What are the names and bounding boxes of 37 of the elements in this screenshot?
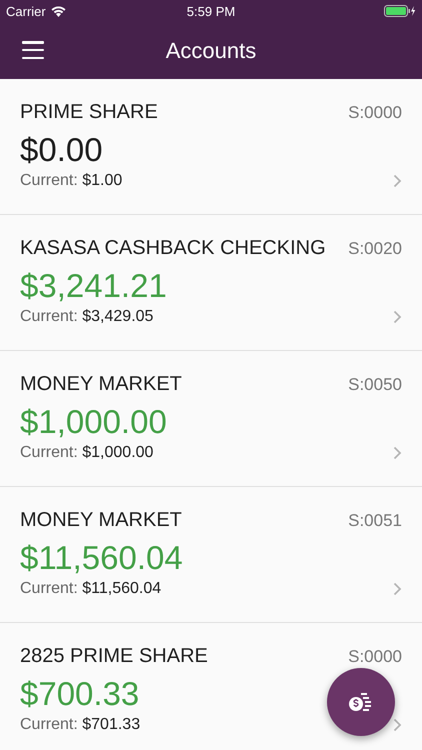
coins-icon: [348, 691, 374, 713]
menu-icon[interactable]: [22, 41, 44, 59]
chevron-icon: [393, 174, 402, 188]
account-code: S:0000: [348, 647, 402, 667]
chevron-icon: [393, 582, 402, 596]
account-code: S:0050: [348, 375, 402, 395]
status-time: 5:59 PM: [186, 4, 236, 18]
account-code: S:0020: [348, 239, 402, 259]
current-balance: Current: $11,560.04: [20, 580, 162, 598]
chevron-icon: [393, 446, 402, 460]
account-row[interactable]: MONEY MARKET S:0051 $11,560.04 Current: $11,560.04: [0, 487, 422, 623]
carrier-label: Carrier: [6, 4, 46, 18]
wifi-icon: [50, 6, 66, 16]
account-name: PRIME SHARE: [20, 101, 158, 124]
account-code: S:0051: [348, 511, 402, 531]
account-row[interactable]: PRIME SHARE S:0000 $0.00 Current: $1.00: [0, 79, 422, 215]
account-balance: $11,560.04: [20, 538, 183, 578]
account-balance: $3,241.21: [20, 266, 167, 306]
account-code: S:0000: [348, 103, 402, 123]
account-name: MONEY MARKET: [20, 509, 182, 532]
account-name: MONEY MARKET: [20, 373, 182, 396]
account-name: 2825 PRIME SHARE: [20, 645, 208, 668]
account-row[interactable]: MONEY MARKET S:0050 $1,000.00 Current: $1,000.00: [0, 351, 422, 487]
account-balance: $1,000.00: [20, 402, 167, 442]
page-title: Accounts: [166, 38, 256, 64]
current-balance: Current: $1,000.00: [20, 444, 154, 462]
battery-icon: [384, 5, 416, 17]
chevron-icon: [393, 718, 402, 732]
chevron-icon: [393, 310, 402, 324]
account-balance: $0.00: [20, 130, 103, 170]
account-balance: $700.33: [20, 674, 140, 714]
current-balance: Current: $1.00: [20, 172, 122, 190]
transfer-button[interactable]: [327, 668, 395, 736]
account-name: KASASA CASHBACK CHECKING: [20, 237, 326, 260]
current-balance: Current: $701.33: [20, 716, 140, 734]
account-row[interactable]: KASASA CASHBACK CHECKING S:0020 $3,241.21 Current: $3,429.05: [0, 215, 422, 351]
current-balance: Current: $3,429.05: [20, 308, 154, 326]
